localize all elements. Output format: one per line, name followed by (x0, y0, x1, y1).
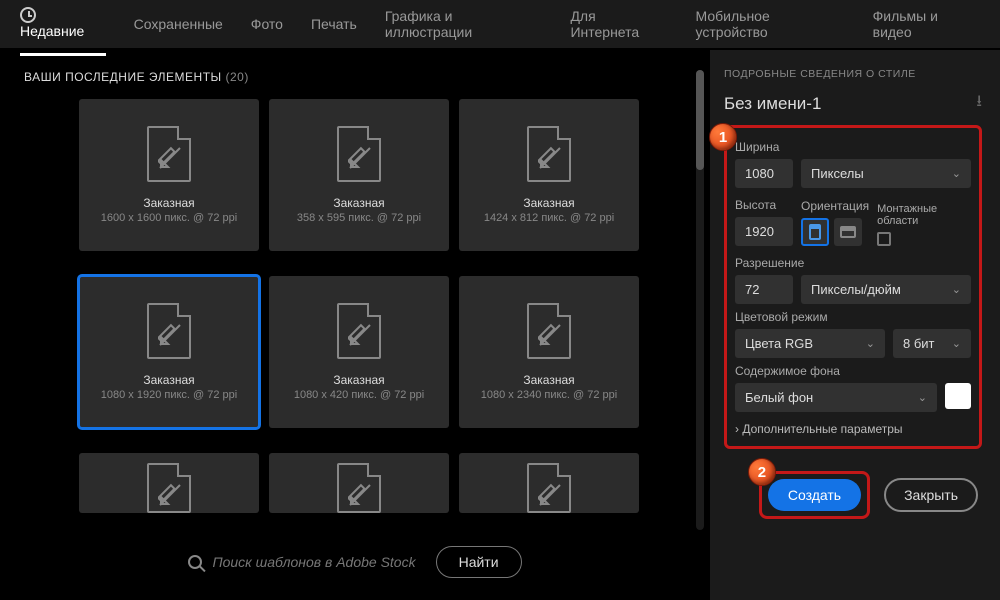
card-title: Заказная (333, 196, 384, 210)
card-detail: 1080 x 1920 пикс. @ 72 ppi (101, 389, 237, 401)
document-icon (527, 126, 571, 182)
document-icon (147, 463, 191, 513)
tab-mobile[interactable]: Мобильное устройство (696, 0, 845, 54)
landscape-icon (840, 226, 856, 238)
background-label: Содержимое фона (735, 364, 971, 378)
find-button[interactable]: Найти (436, 546, 522, 578)
chevron-down-icon: ⌄ (952, 167, 961, 180)
search-icon (188, 555, 202, 569)
preset-grid: Заказная1600 x 1600 пикс. @ 72 ppiЗаказн… (24, 99, 686, 528)
document-icon (337, 303, 381, 359)
scrollbar[interactable] (696, 70, 704, 530)
height-label: Высота (735, 198, 793, 212)
chevron-down-icon: ⌄ (866, 337, 875, 350)
document-icon (527, 463, 571, 513)
card-detail: 1080 x 2340 пикс. @ 72 ppi (481, 389, 617, 401)
annotation-marker-2: 2 (748, 458, 776, 486)
preset-card[interactable]: Заказная 1600 x 1600 пикс. @ 72 ppi (79, 99, 259, 251)
preset-card[interactable]: Заказная 1424 x 812 пикс. @ 72 ppi (459, 99, 639, 251)
tab-print[interactable]: Печать (311, 2, 357, 46)
width-input[interactable]: 1080 (735, 159, 793, 188)
card-detail: 1424 x 812 пикс. @ 72 ppi (484, 212, 614, 224)
close-button[interactable]: Закрыть (884, 478, 978, 512)
resolution-units-select[interactable]: Пикселы/дюйм⌄ (801, 275, 971, 304)
card-title: Заказная (523, 373, 574, 387)
document-icon (147, 303, 191, 359)
chevron-down-icon: ⌄ (952, 337, 961, 350)
clock-icon (20, 7, 36, 23)
panel-header: ПОДРОБНЫЕ СВЕДЕНИЯ О СТИЛЕ (724, 68, 982, 80)
tab-recent[interactable]: Недавние (20, 0, 106, 56)
save-preset-icon[interactable]: ⭳ (976, 90, 982, 117)
preset-card[interactable]: Заказная 1080 x 2340 пикс. @ 72 ppi (459, 276, 639, 428)
tab-film[interactable]: Фильмы и видео (873, 0, 980, 54)
tab-web[interactable]: Для Интернета (570, 0, 667, 54)
document-icon (147, 126, 191, 182)
document-icon (337, 463, 381, 513)
resolution-label: Разрешение (735, 256, 971, 270)
create-highlight: 2 Создать (759, 471, 870, 519)
card-title: Заказная (333, 373, 384, 387)
recent-title: ВАШИ ПОСЛЕДНИЕ ЭЛЕМЕНТЫ (20) (24, 70, 686, 84)
settings-highlight: 1 Ширина 1080 Пикселы⌄ Высота 1920 Ориен… (724, 125, 982, 449)
preset-card[interactable] (79, 453, 259, 513)
bit-depth-select[interactable]: 8 бит⌄ (893, 329, 971, 358)
card-title: Заказная (143, 196, 194, 210)
width-label: Ширина (735, 140, 971, 154)
resolution-input[interactable]: 72 (735, 275, 793, 304)
preset-card[interactable] (269, 453, 449, 513)
color-mode-select[interactable]: Цвета RGB⌄ (735, 329, 885, 358)
tab-graphics[interactable]: Графика и иллюстрации (385, 0, 543, 54)
create-button[interactable]: Создать (768, 479, 861, 511)
scroll-thumb[interactable] (696, 70, 704, 170)
document-icon (527, 303, 571, 359)
chevron-down-icon: ⌄ (918, 391, 927, 404)
card-title: Заказная (143, 373, 194, 387)
preset-card[interactable] (459, 453, 639, 513)
card-detail: 358 x 595 пикс. @ 72 ppi (297, 212, 421, 224)
preset-card[interactable]: Заказная 1080 x 420 пикс. @ 72 ppi (269, 276, 449, 428)
document-name[interactable]: Без имени-1 (724, 94, 821, 114)
document-icon (337, 126, 381, 182)
orientation-landscape[interactable] (834, 218, 862, 246)
preset-card[interactable]: Заказная 358 x 595 пикс. @ 72 ppi (269, 99, 449, 251)
orientation-label: Ориентация (801, 199, 869, 213)
background-select[interactable]: Белый фон⌄ (735, 383, 937, 412)
advanced-options[interactable]: Дополнительные параметры (735, 422, 971, 436)
tab-saved[interactable]: Сохраненные (134, 2, 223, 46)
artboards-checkbox[interactable] (877, 232, 891, 246)
annotation-marker-1: 1 (709, 123, 737, 151)
card-title: Заказная (523, 196, 574, 210)
color-mode-label: Цветовой режим (735, 310, 971, 324)
background-swatch[interactable] (945, 383, 971, 409)
search-input[interactable]: Поиск шаблонов в Adobe Stock (188, 554, 415, 570)
preset-card[interactable]: Заказная 1080 x 1920 пикс. @ 72 ppi (79, 276, 259, 428)
height-input[interactable]: 1920 (735, 217, 793, 246)
preset-details-panel: ПОДРОБНЫЕ СВЕДЕНИЯ О СТИЛЕ Без имени-1 ⭳… (710, 50, 1000, 600)
chevron-down-icon: ⌄ (952, 283, 961, 296)
card-detail: 1080 x 420 пикс. @ 72 ppi (294, 389, 424, 401)
orientation-portrait[interactable] (801, 218, 829, 246)
category-tabs: Недавние Сохраненные Фото Печать Графика… (0, 0, 1000, 50)
tab-photo[interactable]: Фото (251, 2, 283, 46)
card-detail: 1600 x 1600 пикс. @ 72 ppi (101, 212, 237, 224)
units-select[interactable]: Пикселы⌄ (801, 159, 971, 188)
artboards-label: Монтажные области (877, 203, 971, 227)
portrait-icon (809, 224, 821, 240)
